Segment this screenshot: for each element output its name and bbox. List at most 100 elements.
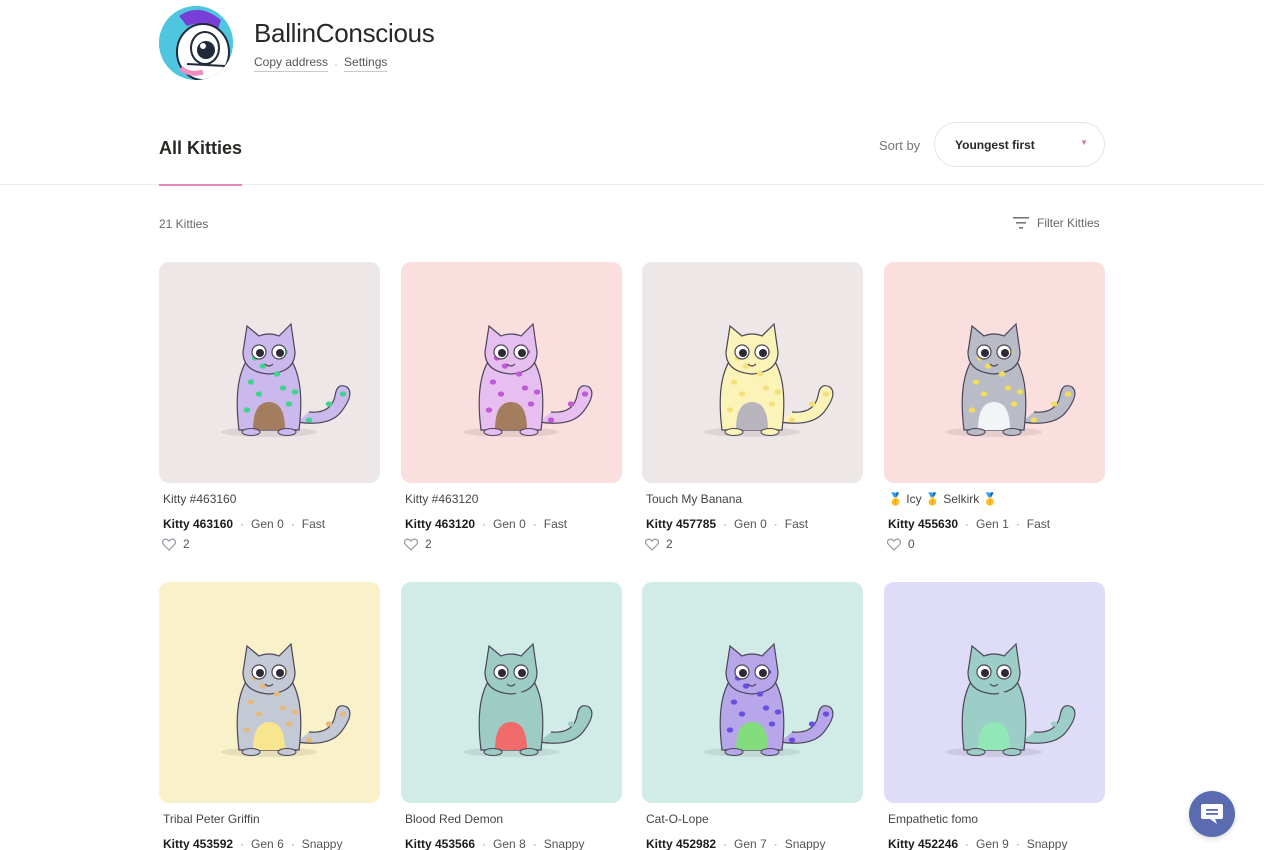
kitty-id: Kitty 453592 [163, 837, 234, 850]
meta-separator: · [965, 517, 970, 531]
kitty-image[interactable] [159, 262, 380, 483]
kitty-id: Kitty 452982 [646, 837, 717, 850]
kitty-name: Tribal Peter Griffin [163, 812, 260, 826]
kitty-card[interactable]: Empathetic fomo Kitty 452246 · Gen 9 · Snappy [884, 582, 1105, 850]
kitty-generation: Gen 0 [734, 517, 767, 531]
kitty-generation: Gen 8 [493, 837, 526, 850]
kitty-name: 🥇 Icy 🥇 Selkirk 🥇 [888, 492, 998, 506]
sort-label: Sort by [879, 138, 921, 153]
meta-separator: · [482, 837, 487, 850]
kitty-likes-count: 2 [425, 537, 432, 551]
heart-icon [162, 538, 176, 551]
kitty-speed: Snappy [1026, 837, 1068, 850]
kitty-image[interactable] [401, 582, 622, 803]
meta-separator: · [723, 837, 728, 850]
meta-separator: · [240, 837, 245, 850]
tab-bar: All Kitties Sort by Youngest first ▼ [0, 120, 1264, 186]
chat-button[interactable] [1189, 791, 1235, 837]
kitty-id: Kitty 463120 [405, 517, 476, 531]
meta-separator: · [482, 517, 487, 531]
meta-separator: · [965, 837, 970, 850]
profile-links: Copy address · Settings [254, 55, 388, 72]
sort-selected-value: Youngest first [955, 138, 1035, 152]
kitty-name: Cat-O-Lope [646, 812, 709, 826]
kitty-illustration [159, 582, 380, 803]
profile-avatar [159, 6, 233, 80]
filter-kitties-label: Filter Kitties [1037, 216, 1100, 230]
kitty-meta: Kitty 457785 · Gen 0 · Fast [642, 517, 863, 531]
kitty-card[interactable]: Kitty #463160 Kitty 463160 · Gen 0 · Fast 2 [159, 262, 380, 551]
kitty-meta: Kitty 455630 · Gen 1 · Fast [884, 517, 1105, 531]
kitty-name: Empathetic fomo [888, 812, 979, 826]
kitty-card[interactable]: 🥇 Icy 🥇 Selkirk 🥇 Kitty 455630 · Gen 1 · Fast… [884, 262, 1105, 551]
kitty-meta: Kitty 463160 · Gen 0 · Fast [159, 517, 380, 531]
meta-separator: · [290, 837, 295, 850]
kitty-speed: Snappy [543, 837, 585, 850]
kitty-generation: Gen 6 [251, 837, 284, 850]
kitty-likes[interactable]: 0 [884, 537, 1105, 551]
copy-address-link[interactable]: Copy address [254, 55, 329, 72]
profile-header: BallinConscious Copy address · Settings [159, 6, 759, 86]
active-tab-underline [159, 184, 242, 186]
tab-all-kitties-label: All Kitties [159, 138, 243, 158]
kitty-count: 21 Kitties [159, 217, 209, 231]
kitty-illustration [401, 582, 622, 803]
tab-all-kitties[interactable]: All Kitties [159, 138, 243, 186]
kitty-card[interactable]: Cat-O-Lope Kitty 452982 · Gen 7 · Snappy [642, 582, 863, 850]
kitty-illustration [642, 582, 863, 803]
kitty-illustration [884, 262, 1105, 483]
kitty-generation: Gen 1 [976, 517, 1009, 531]
kitty-generation: Gen 0 [493, 517, 526, 531]
kitty-likes-count: 2 [183, 537, 190, 551]
filter-kitties-button[interactable]: Filter Kitties [1013, 216, 1100, 230]
meta-separator: · [723, 517, 728, 531]
profile-username: BallinConscious [254, 18, 435, 48]
kitty-likes-count: 2 [666, 537, 673, 551]
kitty-image[interactable] [884, 262, 1105, 483]
kitty-meta: Kitty 463120 · Gen 0 · Fast [401, 517, 622, 531]
kitty-id: Kitty 452246 [888, 837, 959, 850]
kitty-meta: Kitty 452246 · Gen 9 · Snappy [884, 837, 1105, 850]
heart-icon [887, 538, 901, 551]
kitty-card[interactable]: Kitty #463120 Kitty 463120 · Gen 0 · Fast 2 [401, 262, 622, 551]
kitty-likes[interactable]: 2 [159, 537, 380, 551]
meta-separator: · [773, 837, 778, 850]
kitty-likes[interactable]: 2 [642, 537, 863, 551]
kitty-card[interactable]: Touch My Banana Kitty 457785 · Gen 0 · Fast 2 [642, 262, 863, 551]
kitty-name: Touch My Banana [646, 492, 743, 506]
meta-separator: · [290, 517, 295, 531]
kitty-speed: Snappy [784, 837, 826, 850]
link-separator: · [334, 56, 339, 71]
kitty-card[interactable]: Blood Red Demon Kitty 453566 · Gen 8 · Snappy [401, 582, 622, 850]
kitty-id: Kitty 455630 [888, 517, 959, 531]
kitty-meta: Kitty 453592 · Gen 6 · Snappy [159, 837, 380, 850]
chevron-down-icon: ▼ [1080, 138, 1088, 147]
kitty-id: Kitty 457785 [646, 517, 717, 531]
kitty-image[interactable] [884, 582, 1105, 803]
kitty-illustration [642, 262, 863, 483]
meta-separator: · [773, 517, 778, 531]
kitty-image[interactable] [401, 262, 622, 483]
kitty-id: Kitty 453566 [405, 837, 476, 850]
kitty-likes-count: 0 [908, 537, 915, 551]
kitty-likes[interactable]: 2 [401, 537, 622, 551]
settings-link[interactable]: Settings [344, 55, 388, 72]
kitty-image[interactable] [642, 262, 863, 483]
sort-dropdown[interactable]: Youngest first ▼ [934, 122, 1105, 167]
kitty-meta: Kitty 453566 · Gen 8 · Snappy [401, 837, 622, 850]
kitty-speed: Fast [301, 517, 326, 531]
kitty-speed: Snappy [301, 837, 343, 850]
kitty-generation: Gen 7 [734, 837, 767, 850]
kitty-image[interactable] [159, 582, 380, 803]
kitty-illustration [401, 262, 622, 483]
kitty-card[interactable]: Tribal Peter Griffin Kitty 453592 · Gen 6 · S… [159, 582, 380, 850]
meta-separator: · [1015, 517, 1020, 531]
kitty-image[interactable] [642, 582, 863, 803]
kitty-speed: Fast [1026, 517, 1051, 531]
heart-icon [645, 538, 659, 551]
chat-icon [1201, 804, 1223, 824]
kitty-meta: Kitty 452982 · Gen 7 · Snappy [642, 837, 863, 850]
meta-separator: · [1015, 837, 1020, 850]
kitty-illustration [159, 262, 380, 483]
kitty-generation: Gen 9 [976, 837, 1009, 850]
